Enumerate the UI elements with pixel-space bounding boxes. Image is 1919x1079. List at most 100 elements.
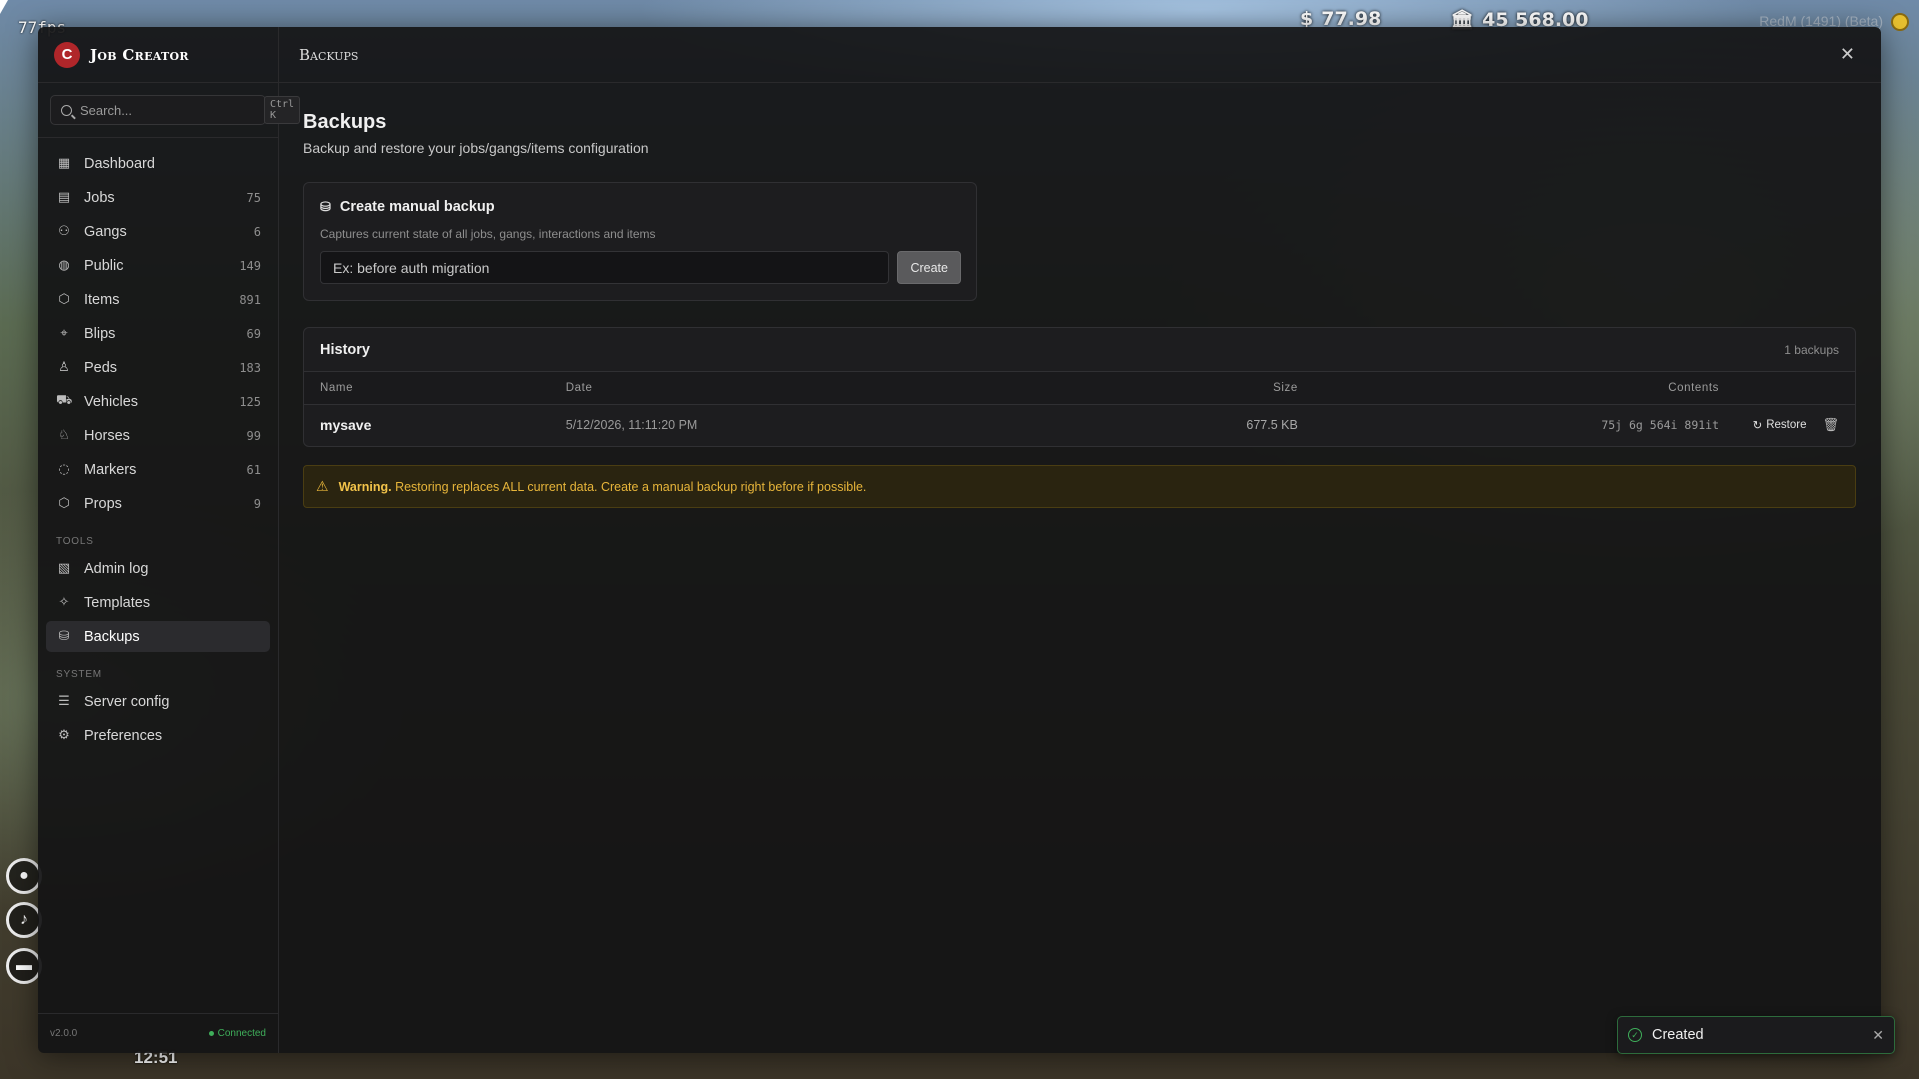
coin-icon — [1891, 13, 1909, 31]
job-creator-window: C Job Creator Ctrl K ▦ Dashboard ▤ Jobs … — [38, 27, 1881, 1053]
apple-icon: ● — [6, 858, 42, 894]
backup-name-input[interactable] — [320, 251, 890, 284]
page-subtitle: Backup and restore your jobs/gangs/items… — [303, 140, 649, 156]
briefcase-icon: ▤ — [57, 190, 71, 205]
section-label-tools: Tools — [56, 536, 94, 547]
box-icon: ⬡ — [58, 496, 70, 511]
sidebar-item-items[interactable]: ⬡ Items 891 — [46, 284, 270, 315]
history-count: 1 backups — [1784, 342, 1839, 357]
sidebar-item-preferences[interactable]: ⚙ Preferences — [46, 720, 270, 751]
sidebar-item-label: Props — [84, 495, 122, 512]
status-dot-icon — [208, 1031, 214, 1036]
version-label: v2.0.0 — [50, 1028, 78, 1039]
dashboard-icon: ▦ — [57, 156, 71, 171]
toast-close-icon[interactable]: ✕ — [1872, 1027, 1884, 1044]
sidebar-item-label: Public — [84, 257, 124, 274]
sidebar: C Job Creator Ctrl K ▦ Dashboard ▤ Jobs … — [38, 27, 301, 1053]
sidebar-item-server-config[interactable]: ☰ Server config — [46, 686, 270, 717]
table-header-row: Name Date Size Contents — [304, 372, 1855, 405]
column-header-actions — [1735, 372, 1855, 405]
sidebar-item-label: Peds — [84, 359, 118, 376]
horse-icon: ♘ — [58, 428, 70, 443]
database-icon: ⛁ — [58, 629, 70, 644]
sidebar-item-label: Preferences — [84, 727, 163, 744]
marker-icon: ◌ — [58, 462, 70, 477]
person-icon: ♙ — [58, 360, 70, 375]
sidebar-item-public[interactable]: ◍ Public 149 — [46, 250, 270, 281]
warning-text: Restoring replaces ALL current data. Cre… — [395, 479, 867, 494]
topbar: Backups ✕ — [279, 27, 1881, 83]
sidebar-item-horses[interactable]: ♘ Horses 99 — [46, 420, 270, 451]
toast-notification: ✓ Created ✕ — [1617, 1016, 1895, 1054]
restore-button[interactable]: ↻ Restore — [1753, 418, 1807, 432]
search-box[interactable]: Ctrl K — [50, 95, 301, 125]
search-icon — [61, 104, 72, 116]
sidebar-item-jobs[interactable]: ▤ Jobs 75 — [46, 182, 270, 213]
tools-nav: ▧ Admin log ✧ Templates ⛁ Backups — [38, 553, 278, 655]
sidebar-item-peds[interactable]: ♙ Peds 183 — [46, 352, 270, 383]
users-icon: ⚇ — [58, 224, 70, 239]
system-nav: ☰ Server config ⚙ Preferences — [38, 686, 278, 754]
breadcrumb: Backups — [299, 45, 359, 64]
create-button[interactable]: Create — [897, 251, 961, 284]
sidebar-item-count: 69 — [246, 326, 261, 341]
backup-date: 5/12/2026, 11:11:20 PM — [565, 418, 698, 433]
sidebar-nav: ▦ Dashboard ▤ Jobs 75 ⚇ Gangs 6 ◍ Public… — [38, 138, 278, 522]
sidebar-item-label: Markers — [84, 461, 137, 478]
sidebar-footer: v2.0.0 Connected — [38, 1013, 278, 1053]
scroll-icon: ▧ — [57, 561, 71, 576]
backup-size: 677.5 KB — [1246, 418, 1298, 433]
sidebar-item-label: Gangs — [84, 223, 127, 240]
brand: C Job Creator — [38, 27, 278, 83]
sidebar-item-label: Dashboard — [84, 155, 155, 172]
create-backup-title: Create manual backup — [339, 199, 495, 215]
bed-icon: ▬ — [6, 948, 42, 984]
sidebar-item-blips[interactable]: ⌖ Blips 69 — [46, 318, 270, 349]
sidebar-item-label: Jobs — [84, 189, 115, 206]
sidebar-item-markers[interactable]: ◌ Markers 61 — [46, 454, 270, 485]
sidebar-item-label: Backups — [84, 628, 140, 645]
create-backup-form: Create — [320, 251, 961, 284]
box-icon: ⬡ — [58, 292, 70, 307]
warning-text-wrap: Warning. Restoring replaces ALL current … — [339, 480, 867, 494]
sidebar-item-count: 9 — [253, 496, 261, 511]
restore-label: Restore — [1766, 419, 1807, 432]
page-title: Backups — [303, 111, 387, 133]
microphone-icon: ♪ — [6, 902, 42, 938]
search-input[interactable] — [80, 102, 256, 118]
connection-status-text: Connected — [217, 1028, 266, 1039]
gear-icon: ⚙ — [58, 728, 70, 743]
sidebar-item-templates[interactable]: ✧ Templates — [46, 587, 270, 618]
create-backup-header: ⛁ Create manual backup — [320, 199, 961, 215]
create-backup-description: Captures current state of all jobs, gang… — [320, 227, 656, 241]
column-header-name: Name — [304, 372, 550, 405]
restore-icon: ↻ — [1752, 420, 1763, 433]
check-circle-icon: ✓ — [1628, 1028, 1642, 1042]
sidebar-item-props[interactable]: ⬡ Props 9 — [46, 488, 270, 519]
sidebar-item-admin-log[interactable]: ▧ Admin log — [46, 553, 270, 584]
sidebar-item-label: Templates — [84, 594, 151, 611]
sidebar-item-vehicles[interactable]: ⛟ Vehicles 125 — [46, 386, 270, 417]
sidebar-item-backups[interactable]: ⛁ Backups — [46, 621, 270, 652]
sidebar-item-gangs[interactable]: ⚇ Gangs 6 — [46, 216, 270, 247]
mouse-cursor-icon — [0, 0, 8, 14]
sidebar-item-label: Server config — [84, 693, 170, 710]
close-icon[interactable]: ✕ — [1840, 44, 1855, 65]
database-icon: ⛁ — [320, 199, 331, 214]
brand-logo-icon: C — [54, 41, 80, 68]
sidebar-item-count: 6 — [253, 224, 261, 239]
sidebar-item-count: 183 — [239, 360, 261, 375]
history-table: Name Date Size Contents mysave 5/12/2026… — [304, 372, 1855, 446]
sidebar-item-label: Vehicles — [84, 393, 139, 410]
column-header-contents: Contents — [1313, 372, 1736, 405]
trash-icon[interactable]: 🗑 — [1822, 417, 1839, 433]
sidebar-item-dashboard[interactable]: ▦ Dashboard — [46, 148, 270, 179]
sparkles-icon: ✧ — [58, 595, 70, 610]
warning-icon: ⚠ — [316, 478, 329, 494]
history-header: History 1 backups — [304, 328, 1855, 372]
car-icon: ⛟ — [56, 393, 73, 408]
content: Backups Backup and restore your jobs/gan… — [279, 83, 1881, 536]
sidebar-item-label: Horses — [84, 427, 130, 444]
sliders-icon: ☰ — [58, 694, 70, 709]
history-title: History — [320, 341, 370, 358]
